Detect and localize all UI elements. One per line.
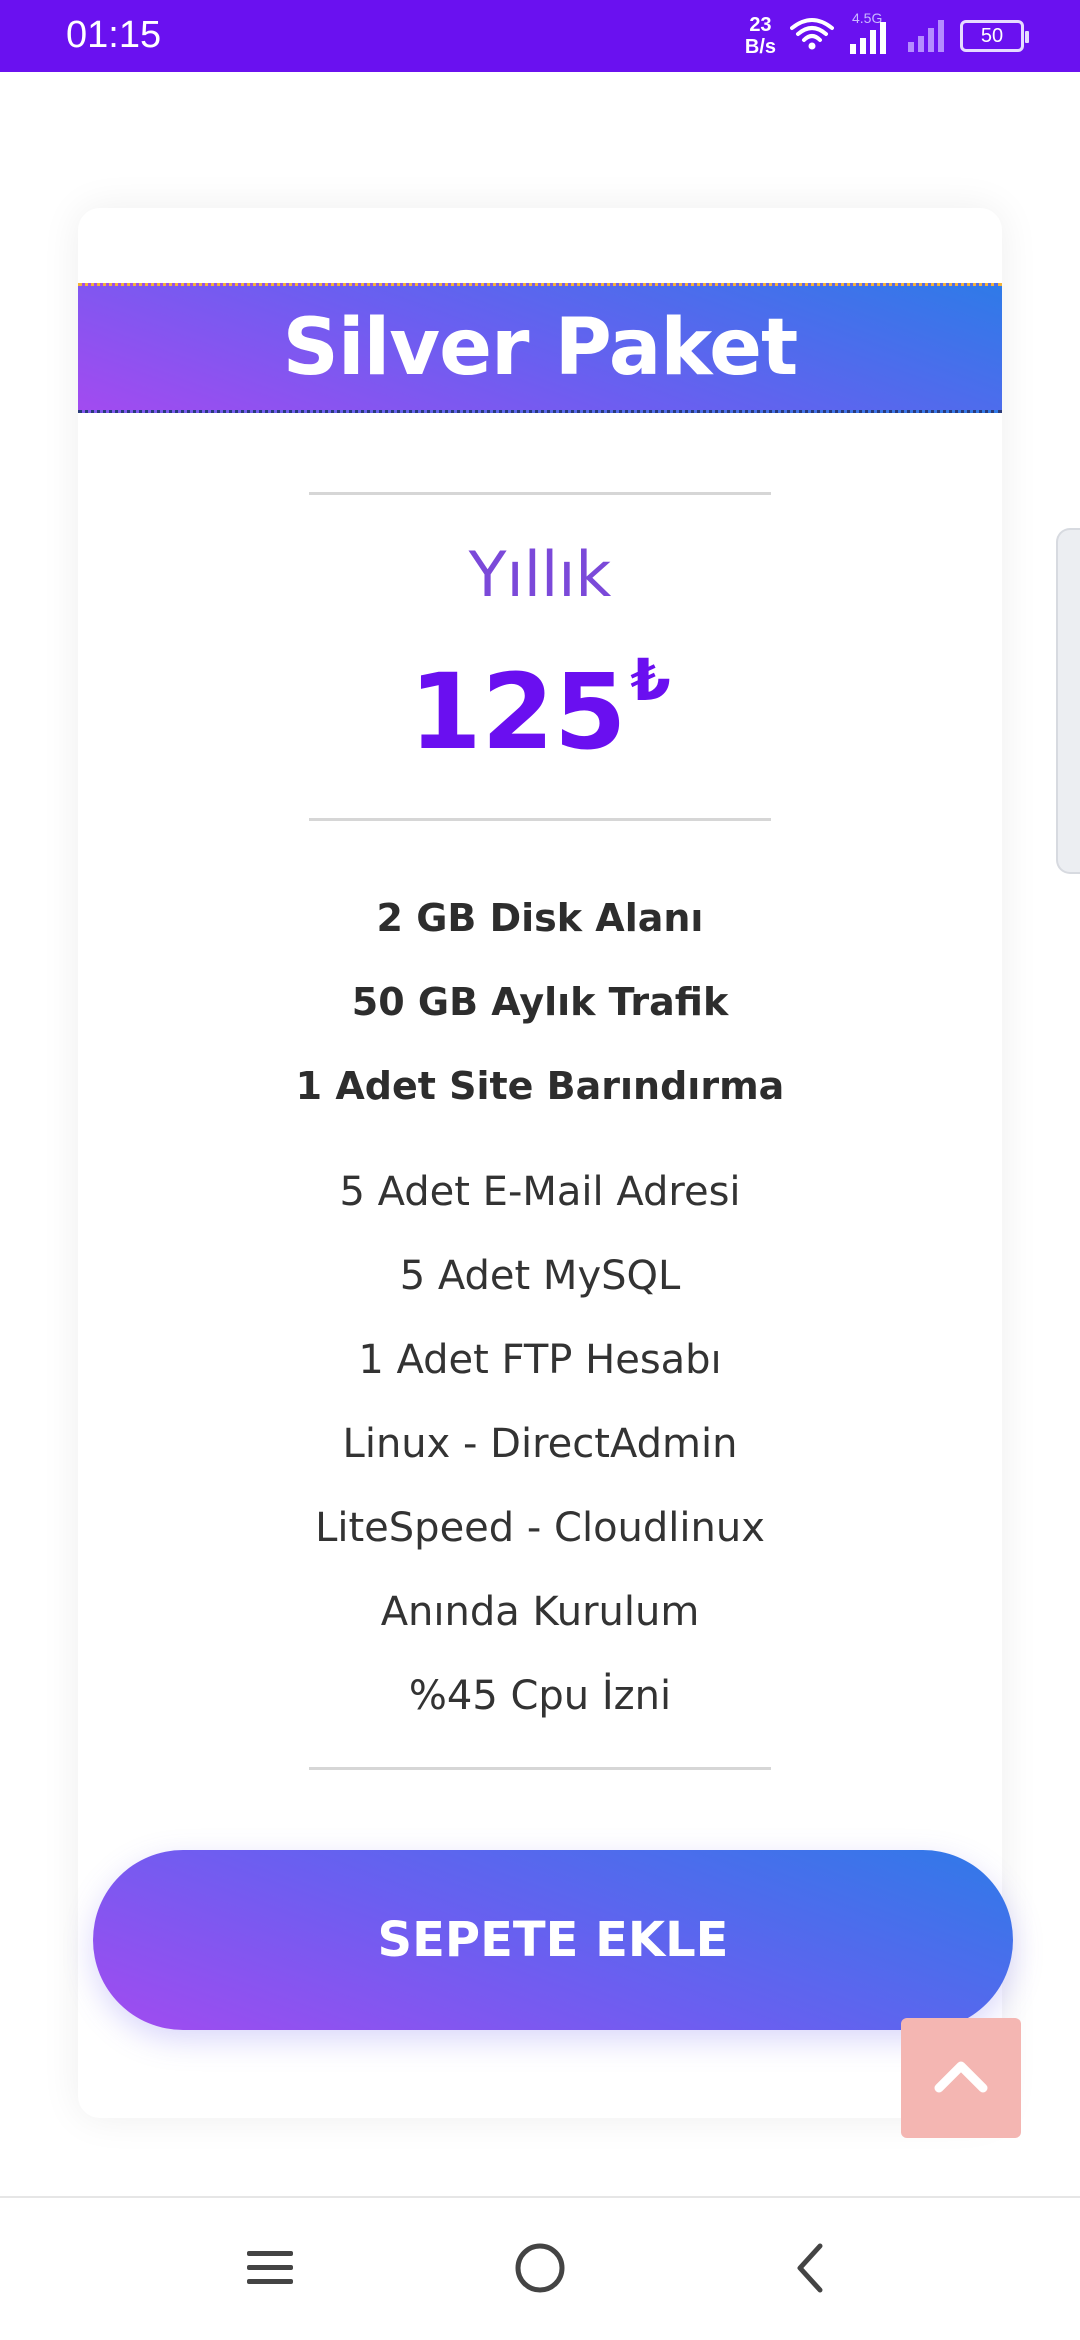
feature-bold-item: 2 GB Disk Alanı xyxy=(376,896,704,940)
nav-back-button[interactable] xyxy=(774,2234,846,2306)
price: 125₺ xyxy=(78,646,1002,773)
nav-home-button[interactable] xyxy=(504,2234,576,2306)
features-list: 5 Adet E-Mail Adresi 5 Adet MySQL 1 Adet… xyxy=(78,1150,1002,1738)
chevron-up-icon xyxy=(933,2058,989,2098)
wifi-icon xyxy=(790,16,834,56)
divider-top xyxy=(309,492,771,495)
feature-item: Linux - DirectAdmin xyxy=(342,1421,738,1467)
feature-bold-item: 1 Adet Site Barındırma xyxy=(295,1064,785,1108)
price-amount: 125 xyxy=(409,651,627,773)
pricing-card: Silver Paket Yıllık 125₺ 2 GB Disk Alanı… xyxy=(78,208,1002,2118)
feature-item: 5 Adet E-Mail Adresi xyxy=(339,1169,741,1215)
network-speed-value: 23 xyxy=(749,14,772,36)
signal-1-group: 4.5G xyxy=(848,10,892,56)
status-icons: 23 B/s 4.5G 50 xyxy=(745,10,1029,62)
signal-strength-icon xyxy=(850,22,886,54)
network-speed: 23 B/s xyxy=(745,14,776,58)
side-scroll-handle[interactable] xyxy=(1056,528,1080,874)
signal-weak-icon xyxy=(906,14,946,58)
feature-item: 1 Adet FTP Hesabı xyxy=(358,1337,722,1383)
home-circle-icon xyxy=(512,2240,568,2300)
billing-period: Yıllık xyxy=(468,538,612,611)
feature-item: Anında Kurulum xyxy=(380,1589,700,1635)
add-to-cart-button[interactable]: SEPETE EKLE xyxy=(93,1850,1013,2030)
feature-item: %45 Cpu İzni xyxy=(408,1673,672,1719)
system-nav-bar xyxy=(0,2196,1080,2340)
divider-middle xyxy=(309,818,771,821)
status-bar: 01:15 23 B/s 4.5G 50 xyxy=(0,0,1080,72)
battery-level: 50 xyxy=(980,24,1004,47)
divider-bottom xyxy=(309,1767,771,1770)
feature-item: 5 Adet MySQL xyxy=(399,1253,681,1299)
battery-icon: 50 xyxy=(960,20,1029,52)
network-speed-unit: B/s xyxy=(744,36,776,58)
add-to-cart-label: SEPETE EKLE xyxy=(377,1912,729,1968)
features-highlight-list: 2 GB Disk Alanı 50 GB Aylık Trafik 1 Ade… xyxy=(78,876,1002,1128)
plan-title: Silver Paket xyxy=(282,303,799,393)
nav-menu-button[interactable] xyxy=(234,2234,306,2306)
card-header: Silver Paket xyxy=(78,283,1002,413)
feature-bold-item: 50 GB Aylık Trafik xyxy=(351,980,729,1024)
back-chevron-icon xyxy=(790,2240,830,2300)
status-time: 01:15 xyxy=(66,14,162,56)
menu-icon xyxy=(245,2247,295,2293)
currency-symbol: ₺ xyxy=(630,646,671,714)
feature-item: LiteSpeed - Cloudlinux xyxy=(315,1505,765,1551)
scroll-to-top-button[interactable] xyxy=(901,2018,1021,2138)
